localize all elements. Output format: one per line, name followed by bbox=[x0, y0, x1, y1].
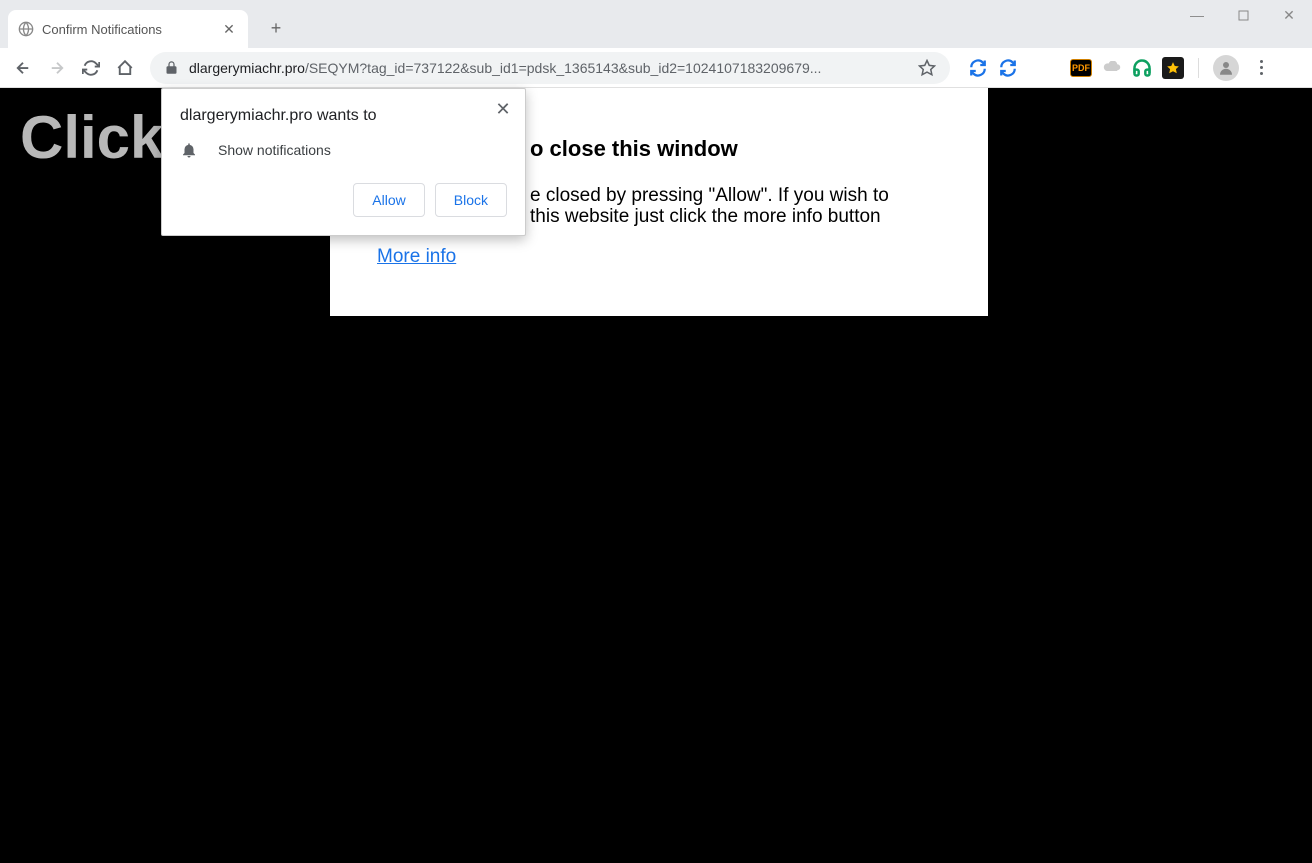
extension-pdf[interactable]: PDF bbox=[1070, 59, 1092, 77]
window-controls: — ✕ bbox=[1174, 0, 1312, 30]
permission-buttons: Allow Block bbox=[180, 183, 507, 217]
permission-title: dlargerymiachr.pro wants to bbox=[180, 107, 507, 125]
minimize-icon: — bbox=[1190, 7, 1204, 23]
allow-button[interactable]: Allow bbox=[353, 183, 424, 217]
new-tab-button[interactable]: + bbox=[262, 14, 290, 42]
url-domain: dlargerymiachr.pro bbox=[189, 60, 305, 76]
lock-icon bbox=[164, 60, 179, 75]
extension-cloud[interactable] bbox=[1102, 58, 1122, 78]
globe-icon bbox=[18, 21, 34, 37]
tab-bar: Confirm Notifications ✕ + bbox=[0, 0, 1312, 48]
reload-button[interactable] bbox=[76, 53, 106, 83]
person-icon bbox=[1217, 59, 1235, 77]
profile-button[interactable] bbox=[1213, 55, 1239, 81]
url-path: /SEQYM?tag_id=737122&sub_id1=pdsk_136514… bbox=[305, 60, 822, 76]
extension-headphones[interactable] bbox=[1132, 58, 1152, 78]
dot-icon bbox=[1260, 72, 1263, 75]
permission-prompt: ✕ dlargerymiachr.pro wants to Show notif… bbox=[161, 88, 526, 236]
omnibox[interactable]: dlargerymiachr.pro/SEQYM?tag_id=737122&s… bbox=[150, 52, 950, 84]
window-close-button[interactable]: ✕ bbox=[1266, 0, 1312, 30]
close-icon: ✕ bbox=[495, 99, 510, 120]
plus-icon: + bbox=[271, 18, 282, 39]
bookmark-star-icon[interactable] bbox=[918, 59, 936, 77]
maximize-button[interactable] bbox=[1220, 0, 1266, 30]
tab-title: Confirm Notifications bbox=[42, 22, 212, 37]
browser-tab[interactable]: Confirm Notifications ✕ bbox=[8, 10, 248, 48]
home-button[interactable] bbox=[110, 53, 140, 83]
back-arrow-icon bbox=[14, 59, 32, 77]
url-text: dlargerymiachr.pro/SEQYM?tag_id=737122&s… bbox=[189, 60, 908, 76]
separator bbox=[1198, 58, 1199, 78]
forward-arrow-icon bbox=[48, 59, 66, 77]
extension-star[interactable] bbox=[1162, 57, 1184, 79]
toolbar: dlargerymiachr.pro/SEQYM?tag_id=737122&s… bbox=[0, 48, 1312, 88]
extension-sync-1[interactable] bbox=[968, 58, 988, 78]
extensions-area: PDF bbox=[968, 53, 1273, 83]
dot-icon bbox=[1260, 66, 1263, 69]
close-icon: ✕ bbox=[1283, 7, 1295, 24]
bell-icon bbox=[180, 141, 198, 159]
close-icon: ✕ bbox=[223, 21, 235, 38]
permission-request-label: Show notifications bbox=[218, 142, 331, 158]
permission-request-row: Show notifications bbox=[180, 141, 507, 159]
block-button[interactable]: Block bbox=[435, 183, 507, 217]
home-icon bbox=[116, 59, 134, 77]
extension-sync-2[interactable] bbox=[998, 58, 1018, 78]
minimize-button[interactable]: — bbox=[1174, 0, 1220, 30]
menu-button[interactable] bbox=[1249, 53, 1273, 83]
reload-icon bbox=[82, 59, 100, 77]
dot-icon bbox=[1260, 60, 1263, 63]
forward-button[interactable] bbox=[42, 53, 72, 83]
permission-close-button[interactable]: ✕ bbox=[493, 99, 513, 119]
tab-close-button[interactable]: ✕ bbox=[220, 20, 238, 38]
back-button[interactable] bbox=[8, 53, 38, 83]
more-info-link[interactable]: More info bbox=[377, 246, 456, 268]
maximize-icon bbox=[1238, 10, 1249, 21]
